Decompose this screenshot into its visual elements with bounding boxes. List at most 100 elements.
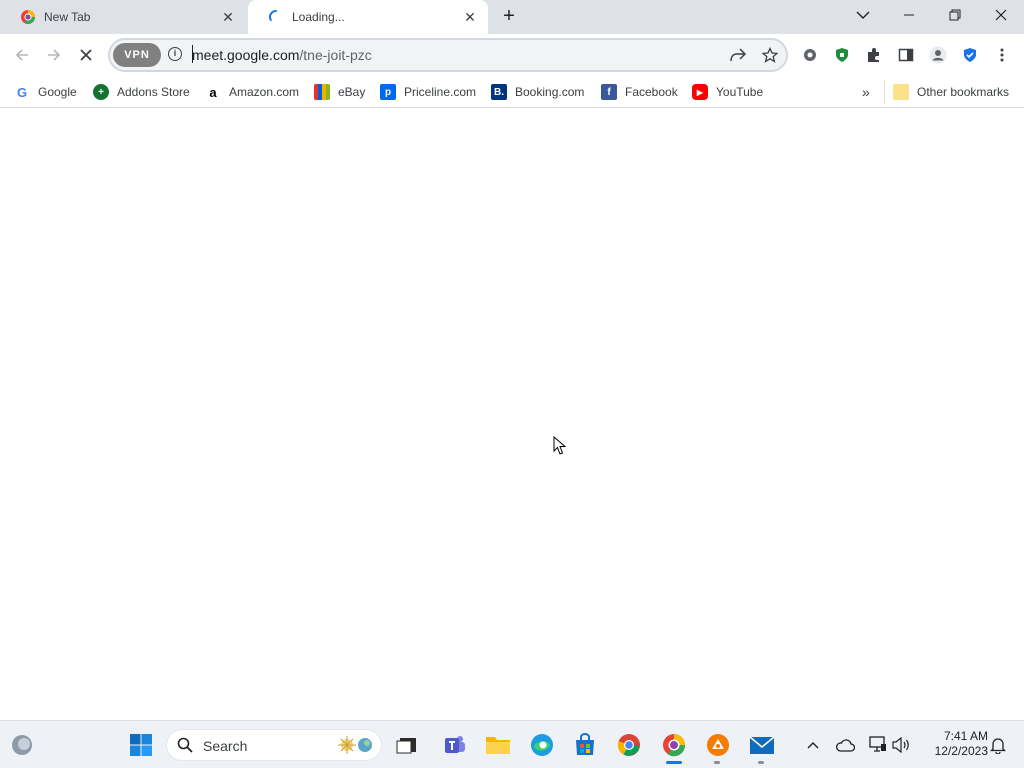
page-content-area	[0, 109, 1024, 720]
speaker-icon	[892, 737, 909, 753]
vpn-app-icon	[707, 734, 729, 756]
system-clock[interactable]: 7:41 AM 12/2/2023	[918, 729, 988, 759]
tab-loading[interactable]: Loading... ✕	[248, 0, 488, 34]
tab-strip: New Tab ✕ Loading... ✕ +	[0, 0, 1024, 34]
onedrive-button[interactable]	[831, 731, 859, 759]
gear-icon	[804, 49, 816, 61]
profile-button[interactable]	[925, 42, 951, 68]
chrome-button[interactable]	[615, 731, 643, 759]
bookmark-label: Addons Store	[117, 85, 190, 99]
url-text[interactable]: meet.google.com/tne-joit-pzc	[192, 47, 372, 63]
mail-app-button[interactable]	[748, 731, 776, 759]
tab-new-tab[interactable]: New Tab ✕	[0, 0, 246, 34]
bookmark-addons-store[interactable]: + Addons Store	[93, 82, 190, 102]
avatar-icon	[929, 46, 947, 64]
cloud-icon	[836, 739, 855, 752]
puzzle-piece-icon	[868, 48, 879, 62]
network-icon	[869, 736, 886, 752]
browser-logo-icon	[663, 734, 686, 757]
url-host: meet.google.com	[192, 47, 300, 63]
bookmark-priceline[interactable]: p Priceline.com	[380, 82, 476, 102]
notifications-button[interactable]	[984, 731, 1012, 759]
side-panel-button[interactable]	[893, 42, 919, 68]
new-tab-button[interactable]: +	[498, 6, 520, 28]
booking-icon: B.	[491, 84, 507, 100]
more-vert-icon	[1000, 48, 1004, 62]
bookmark-facebook[interactable]: f Facebook	[601, 82, 678, 102]
bell-icon	[990, 738, 1006, 754]
side-panel-icon	[898, 48, 914, 62]
forward-button[interactable]	[41, 42, 67, 68]
store-icon	[576, 733, 594, 755]
task-view-button[interactable]	[393, 731, 421, 759]
vpn-badge[interactable]: VPN	[113, 43, 161, 67]
security-extension-button[interactable]	[957, 42, 983, 68]
extensions-button[interactable]	[861, 42, 887, 68]
browser-menu-button[interactable]	[989, 42, 1015, 68]
close-icon	[80, 49, 92, 61]
bookmark-label: YouTube	[716, 85, 764, 99]
minimize-button[interactable]	[886, 0, 932, 30]
stop-loading-button[interactable]	[73, 42, 99, 68]
vpn-app-button[interactable]	[704, 731, 732, 759]
edge-icon	[531, 734, 553, 756]
close-window-button[interactable]	[978, 0, 1024, 30]
clock-time: 7:41 AM	[943, 729, 988, 743]
taskbar: Search 7:41 AM 12/2/2023	[0, 720, 1024, 768]
other-bookmarks-folder[interactable]: Other bookmarks	[893, 82, 1009, 102]
start-button[interactable]	[127, 731, 155, 759]
close-tab-icon[interactable]: ✕	[220, 9, 236, 25]
show-hidden-icons-button[interactable]	[799, 731, 827, 759]
folder-icon	[486, 737, 510, 754]
chevron-up-icon	[807, 742, 819, 749]
search-placeholder: Search	[203, 738, 248, 754]
address-bar[interactable]: VPN i meet.google.com/tne-joit-pzc	[108, 38, 788, 72]
back-button[interactable]	[9, 42, 35, 68]
site-info-icon[interactable]: i	[168, 47, 182, 61]
taskbar-search-box[interactable]: Search	[166, 729, 382, 761]
edge-browser-button[interactable]	[528, 731, 556, 759]
url-path: /tne-joit-pzc	[299, 47, 372, 63]
share-icon[interactable]	[728, 45, 748, 65]
bookmark-label: Amazon.com	[229, 85, 300, 99]
teams-icon	[445, 736, 465, 753]
back-arrow-icon	[15, 49, 28, 61]
active-browser-button[interactable]	[660, 731, 688, 759]
bookmarks-divider	[884, 80, 885, 104]
toolbar: VPN i meet.google.com/tne-joit-pzc	[0, 34, 1024, 76]
tab-search-button[interactable]	[840, 0, 886, 30]
extension-gear-button[interactable]	[797, 42, 823, 68]
bookmark-label: Google	[38, 85, 77, 99]
teams-app-button[interactable]	[441, 731, 469, 759]
close-icon	[995, 9, 1007, 21]
bookmark-label: eBay	[338, 85, 366, 99]
close-tab-icon[interactable]: ✕	[462, 9, 478, 25]
file-explorer-button[interactable]	[484, 731, 512, 759]
amazon-icon: a	[209, 84, 217, 100]
more-bookmarks-chevron-icon[interactable]: »	[862, 82, 870, 102]
bookmark-star-icon[interactable]	[760, 45, 780, 65]
bookmark-youtube[interactable]: ▶ YouTube	[692, 82, 763, 102]
running-app-indicator	[758, 761, 764, 764]
bookmark-amazon[interactable]: a Amazon.com	[205, 82, 299, 102]
priceline-icon: p	[380, 84, 396, 100]
search-icon	[177, 737, 193, 753]
microsoft-store-button[interactable]	[571, 731, 599, 759]
running-app-indicator	[714, 761, 720, 764]
shield-check-icon	[964, 48, 976, 62]
chrome-icon	[617, 734, 640, 756]
folder-icon	[893, 84, 909, 100]
widgets-button[interactable]	[8, 731, 36, 759]
bookmark-google[interactable]: G Google	[14, 82, 77, 102]
volume-button[interactable]	[887, 731, 915, 759]
bookmark-label: Other bookmarks	[917, 85, 1010, 99]
forward-arrow-icon	[48, 49, 61, 61]
bookmark-ebay[interactable]: eBay	[314, 82, 365, 102]
browser-logo-icon	[21, 10, 35, 24]
addons-store-icon: +	[93, 84, 109, 100]
restore-button[interactable]	[932, 0, 978, 30]
bookmark-booking[interactable]: B. Booking.com	[491, 82, 584, 102]
adblock-extension-button[interactable]	[829, 42, 855, 68]
minimize-icon	[904, 14, 914, 16]
loading-spinner-icon	[269, 10, 277, 21]
